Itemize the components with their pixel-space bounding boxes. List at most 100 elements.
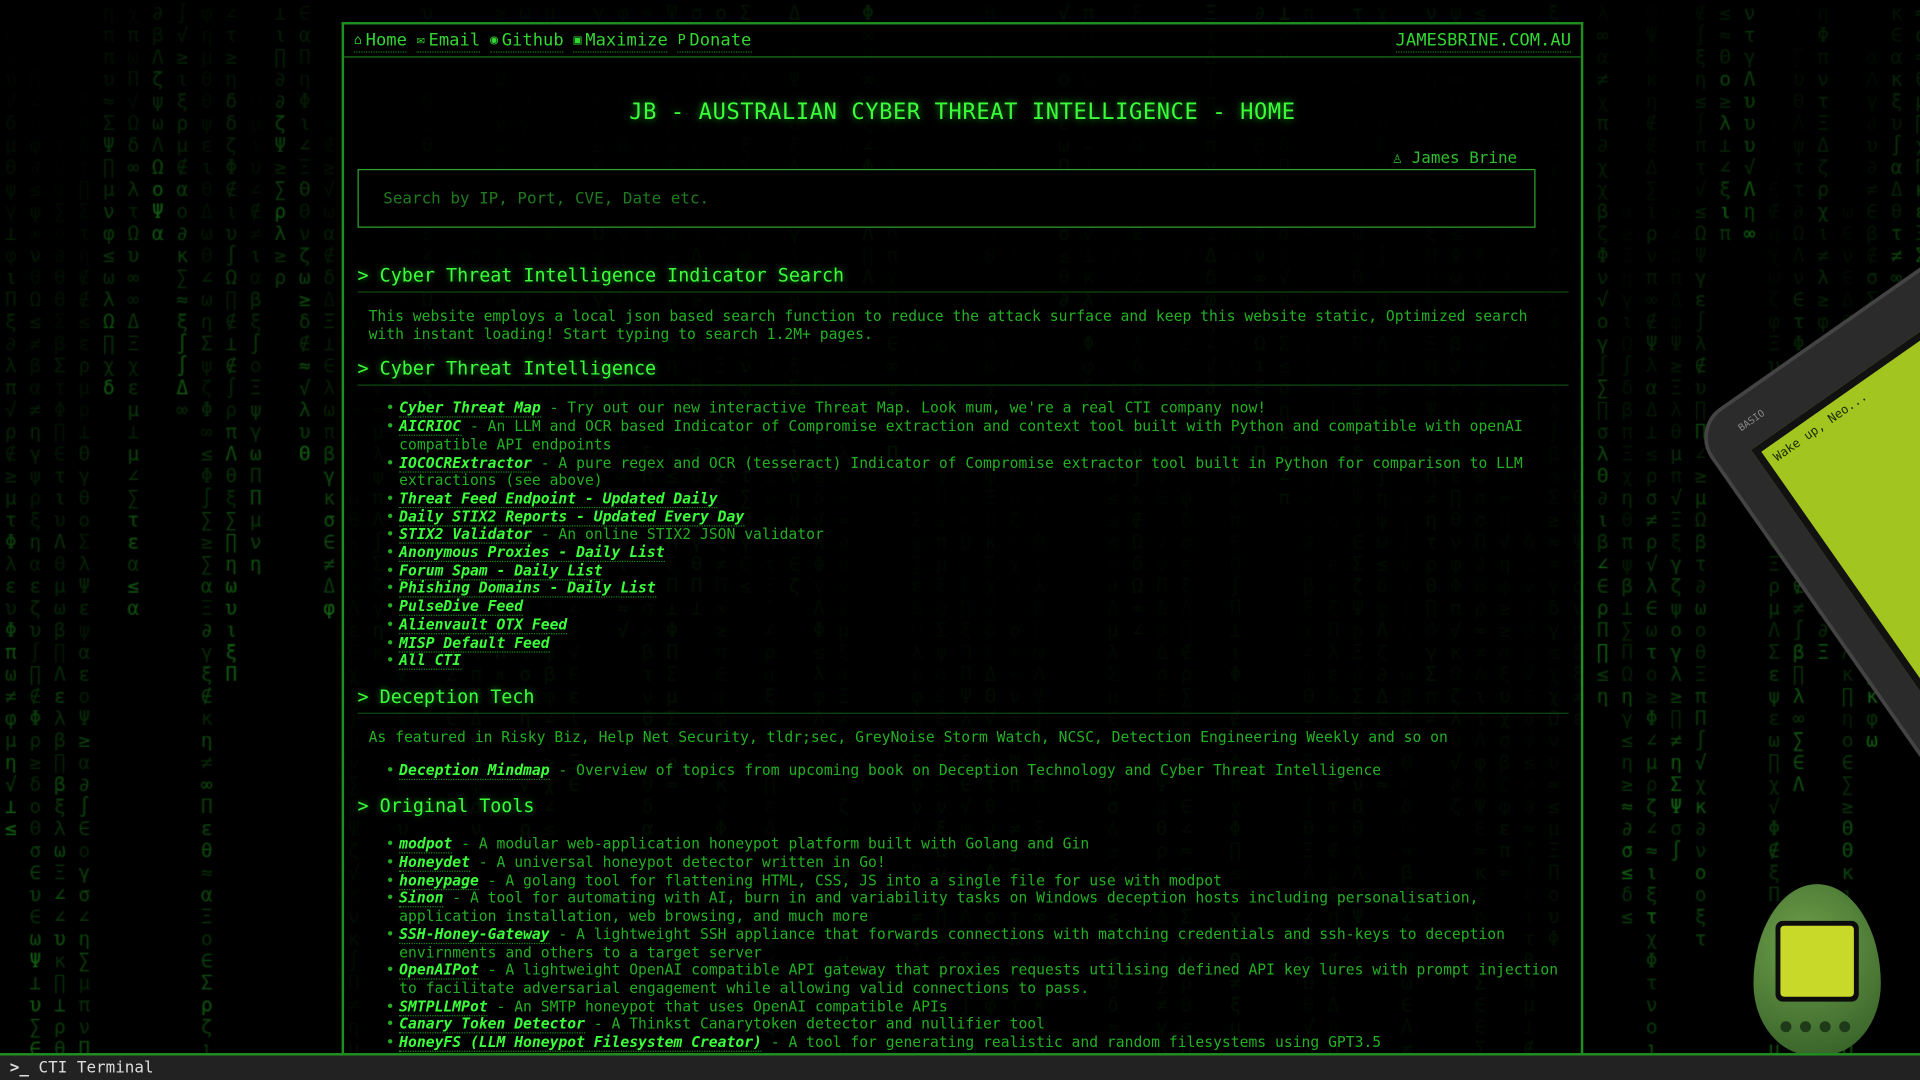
nav-label: Maximize <box>585 30 668 50</box>
item-link[interactable]: Forum Spam - Daily List <box>399 561 603 581</box>
item-link[interactable]: Canary Token Detector <box>399 1015 585 1034</box>
terminal-prompt-icon: >_ <box>9 1059 29 1078</box>
author[interactable]: ♙ James Brine <box>1393 149 1518 167</box>
indicator-search-description: This website employs a local json based … <box>368 307 1528 343</box>
nav-maximize[interactable]: ▣ Maximize <box>573 29 668 53</box>
list-item: Sinon - A tool for automating with AI, b… <box>386 889 1568 926</box>
main-panel: ⌂ Home ✉ Email ◉ Github ▣ Maximize P Donate J… <box>341 22 1584 1056</box>
item-description: - A Thinkst Canarytoken detector and nul… <box>584 1015 1045 1033</box>
email-icon: ✉ <box>416 31 425 48</box>
page: BASIO Wake up, Neo... ⌂ Home ✉ Email ◉ Gith… <box>0 0 1920 1080</box>
section-heading-indicator-search: > Cyber Threat Intelligence Indicator Se… <box>357 264 1569 293</box>
item-link[interactable]: honeypage <box>399 871 479 890</box>
item-description: - A golang tool for flattening HTML, CSS… <box>478 871 1222 889</box>
list-item: modpot - A modular web-application honey… <box>386 835 1568 854</box>
list-item: SMTPLLMPot - An SMTP honeypot that uses … <box>386 997 1568 1016</box>
item-link[interactable]: IOCOCRExtractor <box>399 453 532 473</box>
list-item: Cyber Threat Map - Try out our new inter… <box>386 399 1568 419</box>
item-description: - Overview of topics from upcoming book … <box>549 761 1382 779</box>
nav-donate[interactable]: P Donate <box>677 29 752 53</box>
item-link[interactable]: Honeydet <box>399 853 470 872</box>
item-link[interactable]: PulseDive Feed <box>399 597 524 617</box>
maximize-icon: ▣ <box>573 31 582 48</box>
item-description: - A tool for generating realistic and ra… <box>761 1033 1382 1051</box>
nav-label: Github <box>501 30 564 50</box>
list-item: HoneyFS (LLM Honeypot Filesystem Creator… <box>386 1033 1568 1052</box>
list-item: Threat Feed Endpoint - Updated Daily <box>386 489 1568 509</box>
list-item: Daily STIX2 Reports - Updated Every Day <box>386 507 1568 527</box>
cti-terminal-bar[interactable]: >_ CTI Terminal <box>0 1053 1920 1080</box>
item-description: - A lightweight SSH appliance that forwa… <box>399 925 1506 961</box>
list-item: Canary Token Detector - A Thinkst Canary… <box>386 1015 1568 1034</box>
item-link[interactable]: Sinon <box>399 889 444 908</box>
paypal-icon: P <box>677 31 686 48</box>
item-description: - Try out our new interactive Threat Map… <box>540 399 1267 417</box>
item-link[interactable]: All CTI <box>399 651 461 671</box>
list-item: Alienvault OTX Feed <box>386 615 1568 635</box>
list-item: honeypage - A golang tool for flattening… <box>386 871 1568 890</box>
list-item: IOCOCRExtractor - A pure regex and OCR (… <box>386 453 1568 490</box>
list-item: Phishing Domains - Daily List <box>386 579 1568 599</box>
item-description: - A lightweight OpenAI compatible API ga… <box>399 961 1559 997</box>
item-link[interactable]: Daily STIX2 Reports - Updated Every Day <box>399 507 745 527</box>
item-link[interactable]: HoneyFS (LLM Honeypot Filesystem Creator… <box>399 1033 762 1052</box>
item-link[interactable]: Deception Mindmap <box>399 761 550 780</box>
egg-button[interactable] <box>1839 1021 1851 1033</box>
item-description: - A pure regex and OCR (tesseract) Indic… <box>399 453 1523 489</box>
home-icon: ⌂ <box>353 31 362 48</box>
nav-home[interactable]: ⌂ Home <box>353 29 407 53</box>
item-link[interactable]: Alienvault OTX Feed <box>399 615 568 635</box>
list-item: PulseDive Feed <box>386 597 1568 617</box>
terminal-label: CTI Terminal <box>38 1059 154 1078</box>
item-link[interactable]: Phishing Domains - Daily List <box>399 579 656 599</box>
item-link[interactable]: MISP Default Feed <box>399 633 550 653</box>
egg-screen <box>1775 920 1859 1002</box>
section-heading-deception: > Deception Tech <box>357 686 1569 714</box>
nav-label: Donate <box>689 30 752 50</box>
deception-description: As featured in Risky Biz, Help Net Secur… <box>368 728 1448 746</box>
item-link[interactable]: OpenAIPot <box>399 961 479 980</box>
list-item: Honeydet - A universal honeypot detector… <box>386 853 1568 872</box>
item-link[interactable]: SMTPLLMPot <box>399 997 488 1016</box>
device-screen-text: Wake up, Neo... <box>1771 390 1870 465</box>
nav-email[interactable]: ✉ Email <box>416 29 481 53</box>
egg-button[interactable] <box>1819 1021 1831 1033</box>
item-link[interactable]: Threat Feed Endpoint - Updated Daily <box>399 489 718 509</box>
list-item: SSH-Honey-Gateway - A lightweight SSH ap… <box>386 925 1568 962</box>
nav-label: Email <box>428 30 481 50</box>
author-name: James Brine <box>1411 149 1518 168</box>
egg-button[interactable] <box>1780 1021 1792 1033</box>
cti-list: Cyber Threat Map - Try out our new inter… <box>358 399 1569 671</box>
item-description: - A tool for automating with AI, burn in… <box>399 889 1479 925</box>
tools-list: modpot - A modular web-application honey… <box>358 835 1569 1056</box>
list-item: OpenAIPot - A lightweight OpenAI compati… <box>386 961 1568 998</box>
nav-github[interactable]: ◉ Github <box>489 29 564 53</box>
search-input[interactable] <box>357 168 1536 228</box>
item-link[interactable]: AICRIOC <box>399 417 461 437</box>
item-link[interactable]: STIX2 Validator <box>399 525 532 545</box>
deception-list: Deception Mindmap - Overview of topics f… <box>358 761 1569 780</box>
list-item: MISP Default Feed <box>386 633 1568 653</box>
item-link[interactable]: SSH-Honey-Gateway <box>399 925 550 944</box>
item-description: - An SMTP honeypot that uses OpenAI comp… <box>487 997 948 1015</box>
section-heading-tools: > Original Tools <box>357 795 535 818</box>
item-link[interactable]: Cyber Threat Map <box>399 399 541 419</box>
device-brand: BASIO <box>1736 407 1767 434</box>
list-item: AICRIOC - An LLM and OCR based Indicator… <box>386 417 1568 454</box>
item-description: - An LLM and OCR based Indicator of Comp… <box>399 417 1523 453</box>
page-title: JB - AUSTRALIAN CYBER THREAT INTELLIGENC… <box>629 99 1296 125</box>
egg-button[interactable] <box>1800 1021 1812 1033</box>
item-description: - A universal honeypot detector written … <box>469 853 886 871</box>
section-heading-cti: > Cyber Threat Intelligence <box>357 358 1569 387</box>
list-item: All CTI <box>386 651 1568 671</box>
list-item: Deception Mindmap - Overview of topics f… <box>386 761 1568 780</box>
user-secret-icon: ♙ <box>1392 149 1412 168</box>
item-link[interactable]: modpot <box>399 835 452 854</box>
item-description: - A modular web-application honeypot pla… <box>452 835 1090 853</box>
top-nav: ⌂ Home ✉ Email ◉ Github ▣ Maximize P Donate J… <box>344 24 1581 58</box>
list-item: Anonymous Proxies - Daily List <box>386 543 1568 563</box>
site-link[interactable]: JAMESBRINE.COM.AU <box>1395 29 1572 53</box>
content: > Cyber Threat Intelligence Indicator Se… <box>357 264 1569 1056</box>
item-link[interactable]: Anonymous Proxies - Daily List <box>399 543 665 563</box>
list-item: STIX2 Validator - An online STIX2 JSON v… <box>386 525 1568 545</box>
